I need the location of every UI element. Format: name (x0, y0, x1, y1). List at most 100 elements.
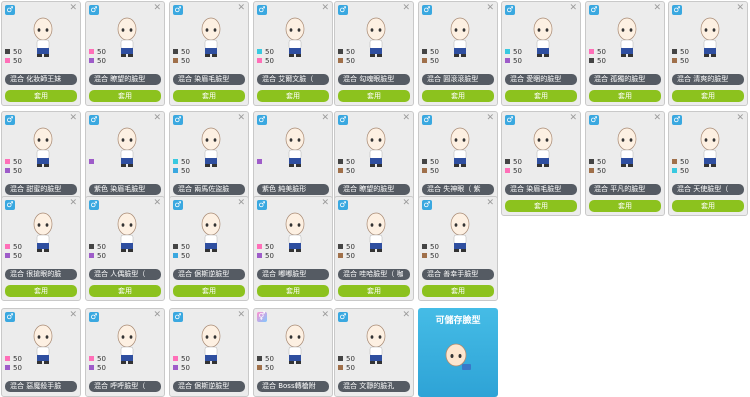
close-icon[interactable]: ✕ (237, 3, 245, 13)
close-icon[interactable]: ✕ (486, 3, 494, 13)
face-name-label: 混合 人偶臉型（ (89, 269, 161, 280)
face-card[interactable]: ♂ ✕ 50 50 混合 孤獨的臉型 套用 (585, 1, 665, 106)
character-avatar (366, 324, 386, 364)
apply-button[interactable]: 套用 (5, 285, 77, 297)
close-icon[interactable]: ✕ (237, 113, 245, 123)
male-icon: ♂ (173, 5, 183, 15)
face-card[interactable]: ♂ ✕ 50 50 混合 哇哈臉型（ 咖套用 (334, 196, 414, 301)
swatch-value: 50 (265, 354, 274, 363)
character-avatar (285, 324, 305, 364)
close-icon[interactable]: ✕ (653, 3, 661, 13)
apply-button[interactable]: 套用 (505, 90, 577, 102)
apply-button[interactable]: 套用 (89, 285, 161, 297)
face-card[interactable]: ♂ ✕ 50 50 混合 倨斯逆臉型 (169, 308, 249, 397)
color-swatch (589, 168, 594, 173)
close-icon[interactable]: ✕ (153, 3, 161, 13)
close-icon[interactable]: ✕ (736, 113, 744, 123)
male-icon: ♂ (589, 5, 599, 15)
close-icon[interactable]: ✕ (486, 113, 494, 123)
color-swatch (173, 356, 178, 361)
face-card[interactable]: ♂ ✕ 50 50 混合 善幸手臉型 套用 (418, 196, 498, 301)
apply-button[interactable]: 套用 (422, 285, 494, 297)
face-name-label: 混合 清爽的臉型 (672, 74, 744, 85)
character-avatar (33, 324, 53, 364)
color-swatches: 50 50 (257, 242, 274, 260)
apply-button[interactable]: 套用 (257, 90, 329, 102)
close-icon[interactable]: ✕ (237, 310, 245, 320)
apply-button[interactable]: 套用 (422, 90, 494, 102)
face-card[interactable]: ♂ ✕ 50 50 混合 愛睏的臉型 套用 (501, 1, 581, 106)
close-icon[interactable]: ✕ (321, 3, 329, 13)
face-name-label: 混合 惡魔殺手臉 (5, 381, 77, 392)
face-card[interactable]: ♂ ✕ 50 50 混合 化妝師王妹 套用 (1, 1, 81, 106)
face-card[interactable]: ♂ ✕ 50 50 混合 清爽的臉型 套用 (668, 1, 748, 106)
face-card[interactable]: ♂ ✕ 50 50 混合 染眉毛臉型 套用 (169, 1, 249, 106)
close-icon[interactable]: ✕ (402, 310, 410, 320)
face-card[interactable]: ♂ ✕ 50 50 混合 圓滾滾臉型 套用 (418, 1, 498, 106)
face-card[interactable]: ♂ ✕ 50 50 混合 惡魔殺手臉 (1, 308, 81, 397)
swatch-value: 50 (13, 354, 22, 363)
apply-button[interactable]: 套用 (338, 90, 410, 102)
close-icon[interactable]: ✕ (237, 198, 245, 208)
male-icon: ♂ (173, 312, 183, 322)
face-card[interactable]: ♂ ✕ 50 50 混合 嘟嘟臉型 套用 (253, 196, 333, 301)
apply-button[interactable]: 套用 (89, 90, 161, 102)
apply-button[interactable]: 套用 (173, 90, 245, 102)
close-icon[interactable]: ✕ (569, 3, 577, 13)
close-icon[interactable]: ✕ (153, 310, 161, 320)
apply-button[interactable]: 套用 (589, 90, 661, 102)
close-icon[interactable]: ✕ (402, 3, 410, 13)
close-icon[interactable]: ✕ (402, 113, 410, 123)
apply-button[interactable]: 套用 (672, 200, 744, 212)
close-icon[interactable]: ✕ (321, 113, 329, 123)
close-icon[interactable]: ✕ (321, 198, 329, 208)
face-card[interactable]: ♂ ✕ 50 50 混合 呼呼臉型（ (85, 308, 165, 397)
close-icon[interactable]: ✕ (736, 3, 744, 13)
close-icon[interactable]: ✕ (653, 113, 661, 123)
apply-button[interactable]: 套用 (505, 200, 577, 212)
color-swatch (5, 49, 10, 54)
close-icon[interactable]: ✕ (69, 198, 77, 208)
character-avatar (117, 17, 137, 57)
face-name-label: 混合 瞭望的臉型 (338, 184, 410, 195)
apply-button[interactable]: 套用 (589, 200, 661, 212)
apply-button[interactable]: 套用 (257, 285, 329, 297)
face-card[interactable]: ♂ ✕ 50 50 混合 很搶眼的臉 套用 (1, 196, 81, 301)
apply-button[interactable]: 套用 (672, 90, 744, 102)
face-name-label: 混合 化妝師王妹 (5, 74, 77, 85)
close-icon[interactable]: ✕ (69, 113, 77, 123)
apply-button[interactable]: 套用 (5, 90, 77, 102)
color-swatch (257, 49, 262, 54)
color-swatch (505, 49, 510, 54)
face-card[interactable]: ♂ ✕ 50 50 混合 人偶臉型（ 套用 (85, 196, 165, 301)
close-icon[interactable]: ✕ (321, 310, 329, 320)
close-icon[interactable]: ✕ (486, 198, 494, 208)
save-face-slot-card[interactable]: 可儲存臉型 (418, 308, 498, 397)
swatch-value: 50 (265, 56, 274, 65)
face-card[interactable]: ♂ ✕ 50 50 混合 勾魂眼臉型 套用 (334, 1, 414, 106)
color-swatches: 50 50 (5, 242, 22, 260)
face-card[interactable]: ♂ ✕ 50 50 混合 平凡的臉型 套用 (585, 111, 665, 216)
apply-button[interactable]: 套用 (173, 285, 245, 297)
close-icon[interactable]: ✕ (153, 113, 161, 123)
close-icon[interactable]: ✕ (153, 198, 161, 208)
color-swatch (5, 159, 10, 164)
face-card[interactable]: ♂ ✕ 5050 混合 瞭望的臉型套用 (85, 1, 165, 106)
face-card[interactable]: ♂ ✕ 50 50 混合 天使臉型（ 套用 (668, 111, 748, 216)
close-icon[interactable]: ✕ (569, 113, 577, 123)
swatch-value: 50 (181, 363, 190, 372)
close-icon[interactable]: ✕ (402, 198, 410, 208)
color-swatch (173, 244, 178, 249)
swatch-value: 50 (13, 242, 22, 251)
face-card[interactable]: ⚥ ✕ 50 50 混合 Boss轉槍附 (253, 308, 333, 397)
color-swatch (257, 365, 262, 370)
swatch-value: 50 (181, 56, 190, 65)
close-icon[interactable]: ✕ (69, 3, 77, 13)
face-card[interactable]: ♂ ✕ 50 50 混合 染眉毛臉型 套用 (501, 111, 581, 216)
face-card[interactable]: ♂ ✕ 50 50 混合 文靜的臉孔 (334, 308, 414, 397)
face-card[interactable]: ♂ ✕ 50 50 混合 倨斯逆臉型 套用 (169, 196, 249, 301)
face-name-label: 混合 Boss轉槍附 (257, 381, 329, 392)
apply-button[interactable]: 套用 (338, 285, 410, 297)
face-card[interactable]: ♂ ✕ 50 50 混合 艾爾文臉（ 套用 (253, 1, 333, 106)
close-icon[interactable]: ✕ (69, 310, 77, 320)
